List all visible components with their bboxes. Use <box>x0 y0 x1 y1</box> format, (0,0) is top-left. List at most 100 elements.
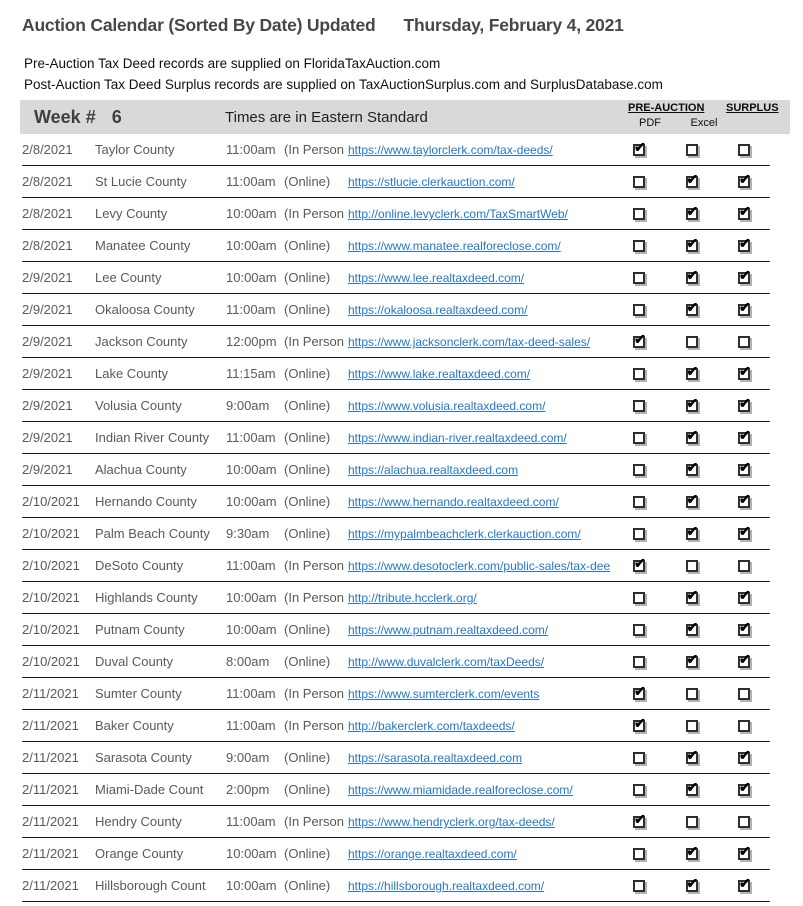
surplus-checkbox[interactable] <box>738 268 751 284</box>
pre-auction-excel-checkbox[interactable] <box>685 460 698 476</box>
pre-auction-excel-checkbox[interactable] <box>685 236 698 252</box>
pre-auction-excel-checkbox[interactable] <box>685 719 698 732</box>
surplus-checkbox[interactable] <box>738 719 750 732</box>
county-cell: Palm Beach County <box>95 526 210 541</box>
surplus-checkbox[interactable] <box>738 492 751 508</box>
pre-auction-pdf-checkbox[interactable] <box>633 140 646 156</box>
auction-link[interactable]: https://www.lake.realtaxdeed.com/ <box>348 367 530 381</box>
pre-auction-pdf-checkbox[interactable] <box>633 463 645 476</box>
pre-auction-excel-checkbox[interactable] <box>685 172 698 188</box>
pre-auction-excel-checkbox[interactable] <box>685 780 698 796</box>
surplus-checkbox[interactable] <box>738 780 751 796</box>
surplus-checkbox[interactable] <box>738 844 751 860</box>
pre-auction-pdf-checkbox[interactable] <box>633 556 646 572</box>
surplus-checkbox[interactable] <box>738 204 751 220</box>
pre-auction-excel-checkbox[interactable] <box>685 559 698 572</box>
pre-auction-pdf-checkbox[interactable] <box>633 847 645 860</box>
pre-auction-excel-checkbox[interactable] <box>685 364 698 380</box>
surplus-checkbox[interactable] <box>738 300 751 316</box>
surplus-checkbox[interactable] <box>738 876 751 892</box>
pre-auction-excel-checkbox[interactable] <box>685 844 698 860</box>
table-row: 2/9/2021 Lee County 10:00am (Online) htt… <box>22 262 770 294</box>
pre-auction-pdf-checkbox[interactable] <box>633 716 646 732</box>
auction-link[interactable]: https://www.miamidade.realforeclose.com/ <box>348 783 573 797</box>
surplus-checkbox[interactable] <box>738 588 751 604</box>
auction-link[interactable]: http://tribute.hcclerk.org/ <box>348 591 477 605</box>
surplus-checkbox[interactable] <box>738 460 751 476</box>
auction-link[interactable]: https://okaloosa.realtaxdeed.com/ <box>348 303 527 317</box>
pre-auction-excel-checkbox[interactable] <box>685 620 698 636</box>
pre-auction-pdf-checkbox[interactable] <box>633 623 645 636</box>
surplus-checkbox[interactable] <box>738 559 750 572</box>
auction-link[interactable]: http://bakerclerk.com/taxdeeds/ <box>348 719 515 733</box>
pre-auction-pdf-checkbox[interactable] <box>633 591 645 604</box>
pre-auction-pdf-checkbox[interactable] <box>633 175 645 188</box>
surplus-checkbox[interactable] <box>738 524 751 540</box>
pre-auction-pdf-checkbox[interactable] <box>633 367 645 380</box>
pre-auction-excel-checkbox[interactable] <box>685 588 698 604</box>
auction-link[interactable]: https://mypalmbeachclerk.clerkauction.co… <box>348 527 581 541</box>
pre-auction-pdf-checkbox[interactable] <box>633 684 646 700</box>
surplus-checkbox[interactable] <box>738 428 751 444</box>
pre-auction-excel-checkbox[interactable] <box>685 687 698 700</box>
pre-auction-excel-checkbox[interactable] <box>685 815 698 828</box>
auction-link[interactable]: https://www.hernando.realtaxdeed.com/ <box>348 495 559 509</box>
auction-link[interactable]: https://www.putnam.realtaxdeed.com/ <box>348 623 548 637</box>
pre-auction-excel-checkbox[interactable] <box>685 143 698 156</box>
pre-auction-pdf-checkbox[interactable] <box>633 239 645 252</box>
auction-link[interactable]: https://www.desotoclerk.com/public-sales… <box>348 559 610 573</box>
auction-link[interactable]: https://orange.realtaxdeed.com/ <box>348 847 517 861</box>
pre-auction-excel-checkbox[interactable] <box>685 428 698 444</box>
auction-link[interactable]: http://www.duvalclerk.com/taxDeeds/ <box>348 655 544 669</box>
pre-auction-excel-checkbox[interactable] <box>685 335 698 348</box>
pre-auction-pdf-checkbox[interactable] <box>633 332 646 348</box>
pre-auction-pdf-checkbox[interactable] <box>633 399 645 412</box>
pre-auction-pdf-checkbox[interactable] <box>633 207 645 220</box>
auction-link[interactable]: https://www.indian-river.realtaxdeed.com… <box>348 431 567 445</box>
pre-auction-excel-checkbox[interactable] <box>685 876 698 892</box>
table-row: 2/11/2021 Hillsborough Count 10:00am (On… <box>22 870 770 902</box>
pre-auction-excel-checkbox[interactable] <box>685 748 698 764</box>
surplus-checkbox[interactable] <box>738 396 751 412</box>
surplus-checkbox[interactable] <box>738 620 751 636</box>
pre-auction-pdf-checkbox[interactable] <box>633 783 645 796</box>
pre-auction-pdf-checkbox[interactable] <box>633 495 645 508</box>
time-cell: 10:00am <box>226 590 277 605</box>
surplus-checkbox[interactable] <box>738 748 751 764</box>
pre-auction-pdf-checkbox[interactable] <box>633 751 645 764</box>
auction-link[interactable]: https://www.taylorclerk.com/tax-deeds/ <box>348 143 553 157</box>
auction-link[interactable]: https://sarasota.realtaxdeed.com <box>348 751 522 765</box>
auction-link[interactable]: https://www.manatee.realforeclose.com/ <box>348 239 561 253</box>
pre-auction-excel-checkbox[interactable] <box>685 204 698 220</box>
surplus-checkbox[interactable] <box>738 335 750 348</box>
surplus-checkbox[interactable] <box>738 815 750 828</box>
pre-auction-pdf-checkbox[interactable] <box>633 655 645 668</box>
pre-auction-excel-checkbox[interactable] <box>685 396 698 412</box>
pre-auction-pdf-checkbox[interactable] <box>633 812 646 828</box>
surplus-checkbox[interactable] <box>738 652 751 668</box>
surplus-checkbox[interactable] <box>738 143 750 156</box>
pre-auction-pdf-checkbox[interactable] <box>633 271 645 284</box>
auction-link[interactable]: https://hillsborough.realtaxdeed.com/ <box>348 879 544 893</box>
pre-auction-excel-checkbox[interactable] <box>685 524 698 540</box>
surplus-checkbox[interactable] <box>738 687 750 700</box>
auction-link[interactable]: https://stlucie.clerkauction.com/ <box>348 175 515 189</box>
pre-auction-pdf-checkbox[interactable] <box>633 303 645 316</box>
auction-link[interactable]: http://online.levyclerk.com/TaxSmartWeb/ <box>348 207 568 221</box>
auction-link[interactable]: https://www.sumterclerk.com/events <box>348 687 539 701</box>
pre-auction-excel-checkbox[interactable] <box>685 300 698 316</box>
auction-link[interactable]: https://www.jacksonclerk.com/tax-deed-sa… <box>348 335 590 349</box>
pre-auction-excel-checkbox[interactable] <box>685 652 698 668</box>
pre-auction-pdf-checkbox[interactable] <box>633 527 645 540</box>
auction-link[interactable]: https://www.lee.realtaxdeed.com/ <box>348 271 524 285</box>
pre-auction-excel-checkbox[interactable] <box>685 492 698 508</box>
surplus-checkbox[interactable] <box>738 236 751 252</box>
pre-auction-pdf-checkbox[interactable] <box>633 879 645 892</box>
auction-link[interactable]: https://www.hendryclerk.org/tax-deeds/ <box>348 815 555 829</box>
pre-auction-excel-checkbox[interactable] <box>685 268 698 284</box>
auction-link[interactable]: https://www.volusia.realtaxdeed.com/ <box>348 399 545 413</box>
pre-auction-pdf-checkbox[interactable] <box>633 431 645 444</box>
surplus-checkbox[interactable] <box>738 364 751 380</box>
auction-link[interactable]: https://alachua.realtaxdeed.com <box>348 463 518 477</box>
surplus-checkbox[interactable] <box>738 172 751 188</box>
